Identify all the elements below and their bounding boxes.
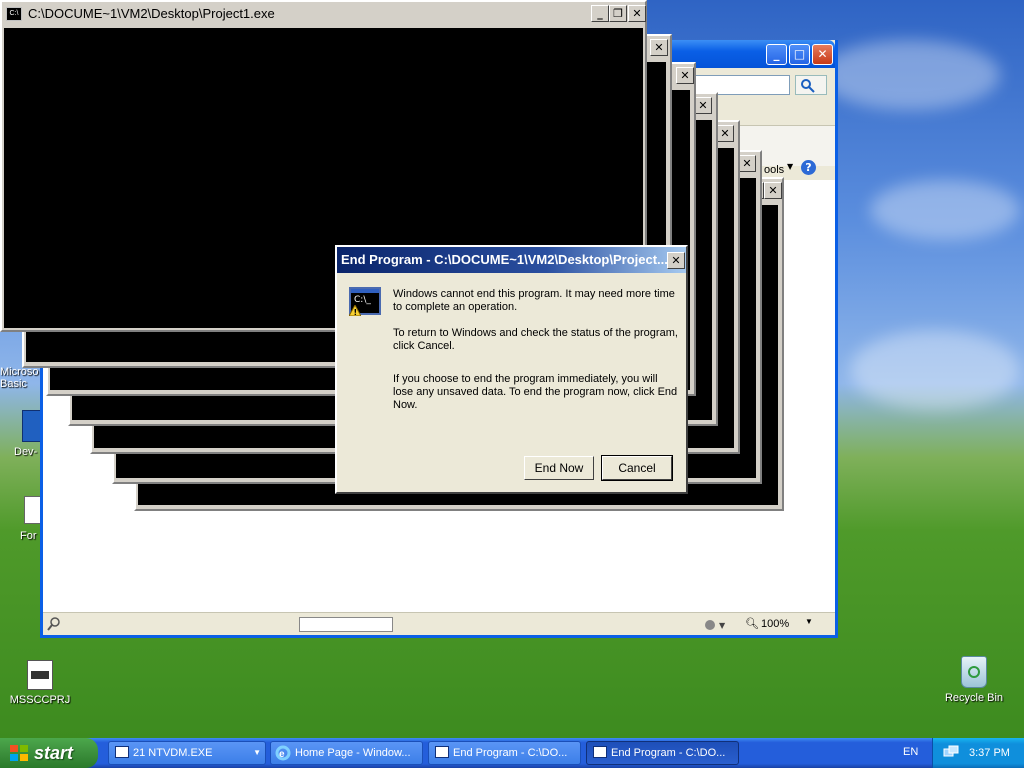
taskbar-button-label: End Program - C:\DO... bbox=[453, 747, 568, 759]
tools-menu[interactable]: ools bbox=[764, 164, 784, 176]
console-titlebar: C:\ C:\DOCUME~1\VM2\Desktop\Project1.exe bbox=[2, 2, 645, 26]
desktop-icon-label: Microso Basic bbox=[0, 366, 39, 390]
internet-explorer-icon: e bbox=[275, 745, 291, 761]
search-icon bbox=[801, 79, 815, 93]
end-program-dialog: End Program - C:\DOCUME~1\VM2\Desktop\Pr… bbox=[335, 245, 688, 494]
windows-flag-icon bbox=[10, 745, 28, 761]
close-button[interactable]: ✕ bbox=[716, 125, 734, 142]
minimize-button[interactable]: _ bbox=[591, 5, 609, 22]
desktop-icon-label: Dev- bbox=[14, 446, 38, 458]
taskbar-button-label: End Program - C:\DO... bbox=[611, 747, 726, 759]
desktop-icon-label: MSSCCPRJ bbox=[9, 694, 71, 706]
window-icon bbox=[435, 746, 449, 758]
dialog-message-2: To return to Windows and check the statu… bbox=[393, 327, 678, 352]
group-dropdown-icon: ▼ bbox=[253, 748, 261, 757]
close-button[interactable]: ✕ bbox=[628, 5, 646, 22]
taskbar: start 21 NTVDM.EXE ▼ e Home Page - Windo… bbox=[0, 738, 1024, 768]
svg-text:e: e bbox=[279, 749, 285, 760]
start-button[interactable]: start bbox=[0, 738, 98, 768]
desktop-icon-label: For bbox=[20, 530, 37, 542]
close-button[interactable]: ✕ bbox=[650, 39, 668, 56]
start-label: start bbox=[34, 743, 74, 763]
close-button[interactable]: ✕ bbox=[694, 97, 712, 114]
progress-bar bbox=[299, 617, 393, 632]
recycle-bin-icon bbox=[961, 656, 987, 688]
maximize-button[interactable]: □ bbox=[789, 44, 810, 65]
console-icon: C:\ bbox=[6, 7, 22, 21]
search-button[interactable] bbox=[795, 75, 827, 95]
desktop: Microso Basic Dev- For MSSCCPRJ Recycle … bbox=[0, 0, 1024, 738]
close-button[interactable]: ✕ bbox=[676, 67, 694, 84]
network-icon[interactable] bbox=[943, 745, 959, 761]
close-button[interactable]: ✕ bbox=[764, 182, 782, 199]
close-button[interactable]: ✕ bbox=[738, 155, 756, 172]
dialog-message-1: Windows cannot end this program. It may … bbox=[393, 288, 675, 313]
taskbar-button-ntvdm[interactable]: 21 NTVDM.EXE ▼ bbox=[108, 741, 266, 765]
taskbar-button-label: 21 NTVDM.EXE bbox=[133, 747, 213, 759]
dev-cpp-icon bbox=[22, 410, 42, 442]
desktop-icon-label: Recycle Bin bbox=[944, 692, 1004, 704]
system-tray: 3:37 PM bbox=[932, 738, 1024, 768]
desktop-icon-recycle-bin[interactable]: Recycle Bin bbox=[936, 656, 1012, 704]
taskbar-button-end-program-1[interactable]: End Program - C:\DO... bbox=[428, 741, 581, 765]
status-bar: ▼ 🔍︎ 100% ▼ bbox=[43, 612, 835, 635]
minimize-button[interactable]: _ bbox=[766, 44, 787, 65]
cancel-button[interactable]: Cancel bbox=[601, 455, 673, 481]
protected-mode-icon[interactable]: ▼ bbox=[703, 617, 731, 632]
help-icon[interactable]: ? bbox=[801, 160, 816, 175]
taskbar-button-end-program-2[interactable]: End Program - C:\DO... bbox=[586, 741, 739, 765]
svg-text:!: ! bbox=[354, 308, 358, 316]
zoom-control[interactable]: 🔍︎ 100% ▼ bbox=[743, 617, 833, 632]
taskbar-button-ie[interactable]: e Home Page - Window... bbox=[270, 741, 423, 765]
dialog-close-button[interactable]: ✕ bbox=[667, 252, 685, 269]
window-icon bbox=[593, 746, 607, 758]
console-title: C:\DOCUME~1\VM2\Desktop\Project1.exe bbox=[28, 6, 275, 21]
zoom-icon: 🔍︎ bbox=[745, 618, 759, 630]
taskbar-button-label: Home Page - Window... bbox=[295, 747, 411, 759]
desktop-icon-mssccprj[interactable]: MSSCCPRJ bbox=[2, 660, 78, 706]
cloud bbox=[820, 40, 1000, 110]
file-icon bbox=[27, 660, 53, 690]
zoom-level: 100% bbox=[761, 618, 790, 630]
console-program-icon: C:\_ ! bbox=[349, 287, 381, 316]
language-indicator[interactable]: EN bbox=[903, 746, 918, 758]
dialog-title: End Program - C:\DOCUME~1\VM2\Desktop\Pr… bbox=[341, 252, 668, 267]
close-button[interactable]: ✕ bbox=[812, 44, 833, 65]
cloud bbox=[870, 180, 1020, 240]
restore-button[interactable]: ❐ bbox=[609, 5, 627, 22]
cloud bbox=[850, 330, 1020, 410]
dialog-titlebar: End Program - C:\DOCUME~1\VM2\Desktop\Pr… bbox=[337, 247, 686, 273]
dialog-message-3: If you choose to end the program immedia… bbox=[393, 373, 678, 411]
svg-text:▼: ▼ bbox=[719, 621, 726, 630]
window-icon bbox=[115, 746, 129, 758]
warning-icon: ! bbox=[349, 305, 361, 316]
end-now-button[interactable]: End Now bbox=[524, 456, 594, 480]
zoom-magnifier-icon bbox=[47, 617, 60, 631]
clock[interactable]: 3:37 PM bbox=[969, 747, 1010, 759]
